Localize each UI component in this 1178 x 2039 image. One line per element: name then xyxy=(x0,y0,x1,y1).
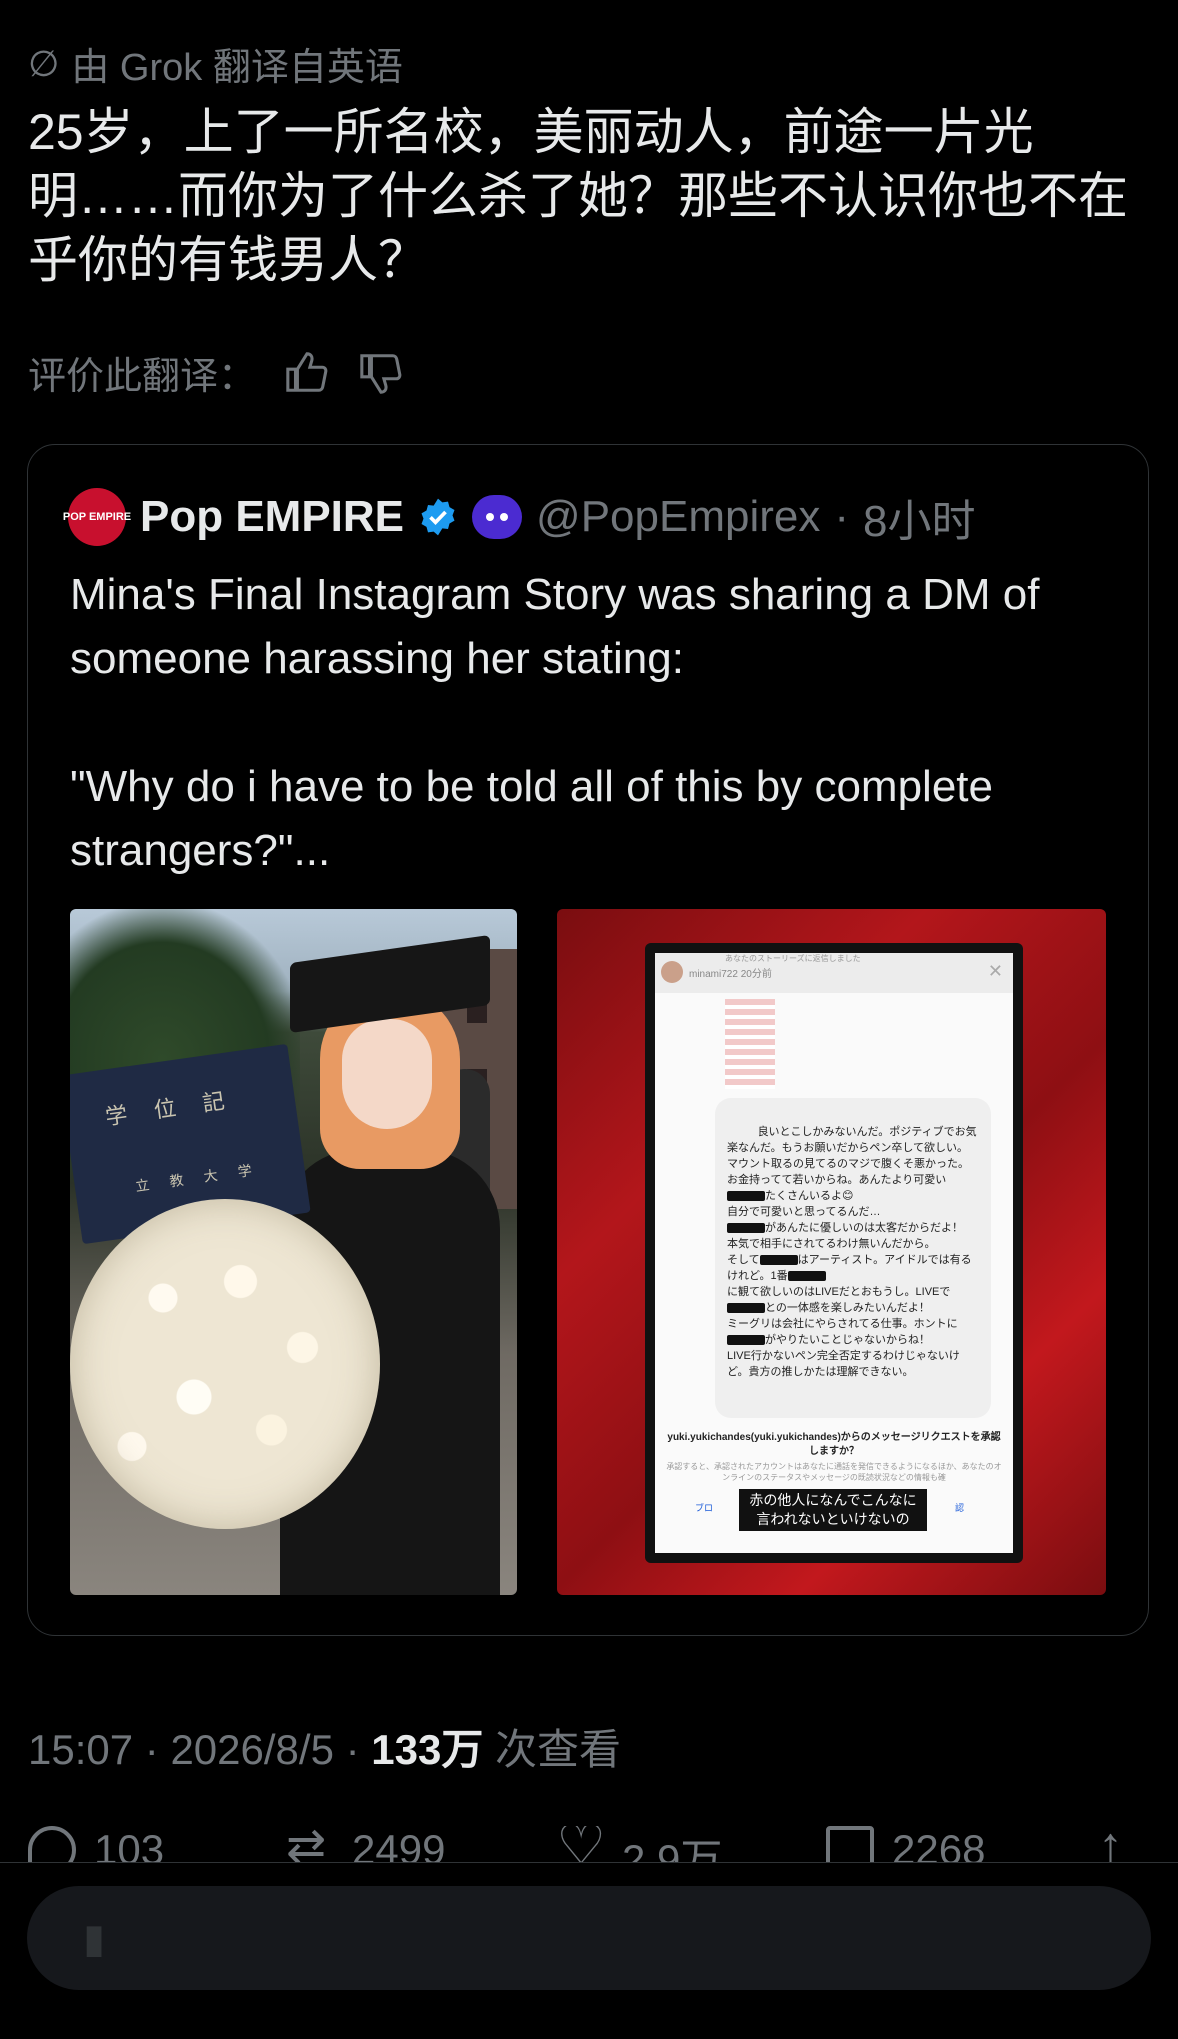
retweet-button[interactable]: 2499 xyxy=(286,1826,445,1862)
quoted-tweet-text: Mina's Final Instagram Story was sharing… xyxy=(70,570,1040,875)
accept-button: 認 xyxy=(955,1503,965,1513)
view-count[interactable]: 133万 xyxy=(371,1726,483,1773)
message-request-subtitle: 承認すると、承認されたアカウントはあなたに通話を発信できるようになるほか、あなた… xyxy=(666,1462,1002,1482)
bookmark-button[interactable]: 2268 xyxy=(826,1826,985,1862)
message-request-title: yuki.yukichandes(yuki.yukichandes)からのメッセ… xyxy=(667,1432,1001,1457)
phone-frame: あなたのストーリーズに返信しました minami722 20分前 ✕ 良いとこし… xyxy=(645,943,1023,1563)
redacted-list xyxy=(725,999,775,1089)
reply-icon xyxy=(28,1826,76,1862)
story-user: minami722 20分前 xyxy=(689,969,772,980)
diploma-school: 立 教 大 学 xyxy=(134,1161,261,1196)
bookmark-count: 2268 xyxy=(892,1826,986,1862)
dm-message: 良いとこしかみないんだ。ポジティブでお気楽なんだ。もうお願いだからペン卒して欲し… xyxy=(715,1098,991,1418)
story-header: あなたのストーリーズに返信しました minami722 20分前 ✕ xyxy=(655,953,1013,993)
reply-count: 103 xyxy=(94,1826,165,1862)
like-count: 2.9万 xyxy=(622,1836,723,1862)
view-label: 次查看 xyxy=(495,1726,622,1773)
post-meta: 15:07 · 2026/8/5 · 133万 次查看 xyxy=(28,1726,622,1773)
face xyxy=(342,1019,432,1129)
divider xyxy=(0,1862,1178,1863)
retweet-count: 2499 xyxy=(352,1826,446,1862)
thumbs-up-icon[interactable] xyxy=(284,350,330,396)
thumbs-down-icon[interactable] xyxy=(358,350,404,396)
tweet-text: 25岁，上了一所名校，美丽动人，前途一片光明……而你为了什么杀了她？那些不认识你… xyxy=(28,104,1128,288)
retweet-icon xyxy=(286,1826,334,1862)
close-icon: ✕ xyxy=(987,961,1003,981)
reply-input-cursor: ▮ xyxy=(83,1917,106,1961)
avatar[interactable]: POP EMPIRE xyxy=(63,488,131,546)
like-button[interactable]: 2.9万 xyxy=(556,1826,722,1862)
bookmark-icon xyxy=(826,1826,874,1862)
translation-label: 由 Grok 翻译自英语 xyxy=(71,47,403,89)
graduation-photo[interactable]: 学 位 記 立 教 大 学 xyxy=(70,909,517,1595)
block-button: ブロ xyxy=(695,1503,714,1513)
quoted-tweet[interactable]: POP EMPIRE Pop EMPIRE @PopEmpirex · 8小时 … xyxy=(27,444,1149,1636)
reply-button[interactable]: 103 xyxy=(28,1826,164,1862)
author-handle[interactable]: @PopEmpirex xyxy=(536,492,820,542)
separator-dot: · xyxy=(834,492,850,541)
avatar xyxy=(661,961,683,983)
story-caption: 赤の他人になんでこんなに言われないといけないの xyxy=(739,1489,927,1531)
reply-input[interactable]: ▮ xyxy=(27,1886,1151,1990)
diploma-title: 学 位 記 xyxy=(103,1087,237,1131)
rate-translation: 评价此翻译： xyxy=(28,345,404,400)
story-notice: あなたのストーリーズに返信しました xyxy=(725,954,861,963)
action-bar: 103 2499 2.9万 2268 xyxy=(0,1826,1178,1862)
author-name[interactable]: Pop EMPIRE xyxy=(140,492,404,542)
verified-badge-icon xyxy=(421,498,455,536)
post-date: 2026/8/5 xyxy=(170,1726,334,1773)
post-time: 15:07 xyxy=(28,1726,134,1773)
graduation-cap xyxy=(290,934,490,1034)
instagram-story-screenshot[interactable]: あなたのストーリーズに返信しました minami722 20分前 ✕ 良いとこし… xyxy=(557,909,1106,1595)
rose-bouquet xyxy=(70,1199,380,1529)
quoted-tweet-header: POP EMPIRE Pop EMPIRE @PopEmpirex · 8小时 xyxy=(63,487,976,547)
share-button[interactable] xyxy=(1092,1826,1140,1862)
translate-icon: ∅ xyxy=(28,42,60,84)
heart-icon xyxy=(556,1826,606,1862)
story-screen: あなたのストーリーズに返信しました minami722 20分前 ✕ 良いとこし… xyxy=(655,953,1013,1553)
post-time: 8小时 xyxy=(863,497,976,546)
affiliate-badge-icon xyxy=(472,495,523,539)
translated-by-grok: ∅ 由 Grok 翻译自英语 xyxy=(28,36,403,91)
rate-translation-label: 评价此翻译： xyxy=(28,356,257,398)
share-icon xyxy=(1092,1826,1140,1862)
